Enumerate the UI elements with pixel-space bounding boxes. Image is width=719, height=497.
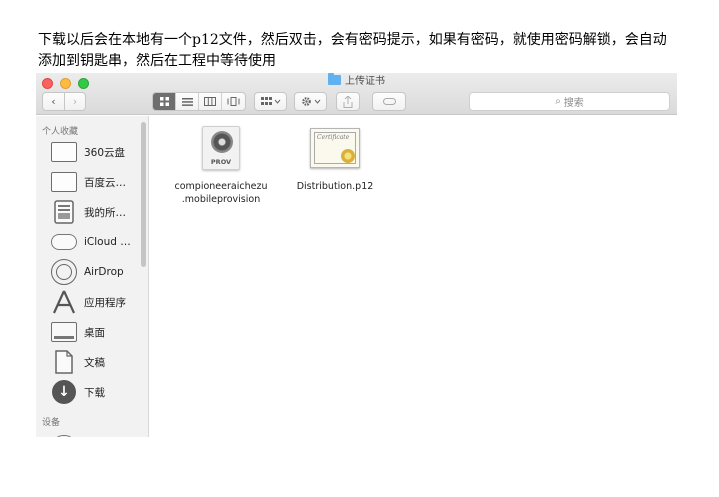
icon-view-button[interactable] [153,93,176,110]
window-title: 上传证书 [36,73,677,89]
finder-window: 上传证书 ‹ › ⌕ 搜索 个人收藏 360云盘 百度云… 我的所… iClou… [36,73,677,437]
list-view-button[interactable] [176,93,199,110]
chevron-right-icon: › [72,95,78,108]
sidebar-item-airdrop[interactable]: AirDrop [50,258,142,286]
sidebar: 个人收藏 360云盘 百度云… 我的所… iCloud … AirDrop 应用… [36,116,149,437]
certificate-label: Certificate [317,134,350,141]
share-icon [343,95,353,108]
forward-button[interactable]: › [64,92,86,111]
sidebar-item-label: iCloud … [84,236,131,248]
sidebar-item-documents[interactable]: 文稿 [50,348,142,376]
folder-icon [51,172,77,192]
airdrop-icon [51,259,77,285]
grid-icon [159,97,169,106]
sidebar-item-applications[interactable]: 应用程序 [50,288,142,316]
sidebar-item-label: 下载 [84,386,105,399]
arrange-icon [260,97,280,105]
action-button[interactable] [294,92,327,111]
file-item-p12[interactable]: Certificate Distribution.p12 [280,128,390,193]
coverflow-icon [227,97,240,106]
provisioning-profile-icon: PROV [202,126,240,170]
search-input[interactable]: ⌕ 搜索 [469,92,670,111]
chevron-left-icon: ‹ [51,95,56,108]
prov-badge: PROV [210,158,232,166]
desktop-icon [51,322,77,342]
sidebar-item-baidu-cloud[interactable]: 百度云… [50,168,142,196]
sidebar-item-desktop[interactable]: 桌面 [50,318,142,346]
back-button[interactable]: ‹ [42,92,65,111]
window-title-text: 上传证书 [345,76,385,87]
columns-icon [204,97,216,106]
sidebar-item-all-files[interactable]: 我的所… [50,198,142,226]
icloud-icon [51,234,77,250]
view-mode-group [152,92,246,111]
sidebar-item-label: 我的所… [84,206,126,219]
file-name-extension: .mobileprovision [181,194,261,205]
sidebar-item-label: AirDrop [84,266,124,278]
column-view-button[interactable] [199,93,222,110]
sidebar-item-downloads[interactable]: ↓ 下载 [50,378,142,406]
file-item-mobileprovision[interactable]: PROV compioneeraichezu .mobileprovision [166,126,276,206]
instruction-text: 下载以后会在本地有一个p12文件，然后双击，会有密码提示，如果有密码，就使用密码… [38,32,667,69]
disk-icon [53,435,75,437]
seal-icon [341,149,355,163]
documents-icon [55,350,73,374]
share-button[interactable] [336,92,360,111]
applications-icon [52,290,76,314]
sidebar-item-label: 桌面 [84,326,105,339]
file-name: Distribution.p12 [296,181,374,192]
sidebar-item-label: 应用程序 [84,296,126,309]
list-icon [181,97,193,106]
tag-icon [382,98,396,105]
file-name: compioneeraichezu [174,181,268,192]
search-icon: ⌕ [555,96,561,107]
certificate-icon: Certificate [310,128,360,168]
gear-icon [301,97,320,106]
downloads-icon: ↓ [52,380,76,404]
title-bar: 上传证书 ‹ › ⌕ 搜索 [36,73,677,115]
sidebar-item-device[interactable] [50,426,142,437]
tags-button[interactable] [372,92,406,111]
coverflow-view-button[interactable] [222,93,245,110]
folder-icon [51,142,77,162]
sidebar-item-label: 百度云… [84,176,126,189]
file-area: PROV compioneeraichezu .mobileprovision … [150,116,677,437]
sidebar-item-label: 文稿 [84,356,105,369]
search-placeholder: 搜索 [563,98,584,109]
folder-icon [328,73,341,85]
all-files-icon [54,200,74,224]
sidebar-item-360-cloud[interactable]: 360云盘 [50,138,142,166]
sidebar-header-favorites: 个人收藏 [42,127,79,137]
sidebar-item-label: 360云盘 [84,146,126,159]
sidebar-item-icloud[interactable]: iCloud … [50,228,142,256]
arrange-button[interactable] [254,92,287,111]
